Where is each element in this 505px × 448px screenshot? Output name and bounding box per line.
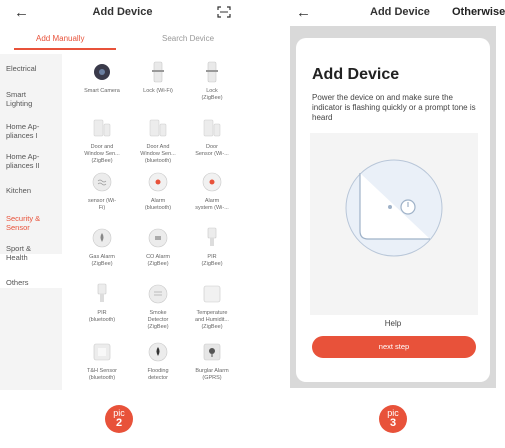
device-label: Lock (ZigBee) xyxy=(201,88,223,101)
device-label: Burglar Alarm (GPRS) xyxy=(195,368,229,381)
device-label: sensor (Wi- Fi) xyxy=(87,198,117,211)
device-tile[interactable]: Lock (Wi-Fi) xyxy=(128,60,188,95)
category-item[interactable]: Kitchen xyxy=(6,186,62,195)
device-tile[interactable]: sensor (Wi- Fi) xyxy=(72,170,132,212)
co-alarm-icon xyxy=(146,226,170,250)
flood-icon xyxy=(146,340,170,364)
th-sensor-icon xyxy=(90,340,114,364)
category-item[interactable]: Electrical xyxy=(6,64,62,73)
pic-badge: pic 2 xyxy=(105,405,133,433)
badge-number: 2 xyxy=(115,417,123,429)
device-tile[interactable]: Gas Alarm (ZigBee) xyxy=(72,226,132,268)
device-label: CO Alarm (ZigBee) xyxy=(146,254,170,267)
door-sensor-icon xyxy=(200,116,224,140)
device-label: Flooding detector xyxy=(147,368,169,381)
add-manually-screen: ← Add Device Add Manually Search Device … xyxy=(0,0,245,433)
device-tile[interactable]: Alarm system (Wi-... xyxy=(182,170,242,212)
device-tile[interactable]: Door And Window Sen... (bluetooth) xyxy=(128,116,188,165)
alarm-icon xyxy=(200,170,224,194)
device-label: Alarm (bluetooth) xyxy=(144,198,172,211)
back-arrow-icon[interactable]: ← xyxy=(296,4,311,21)
scan-icon[interactable] xyxy=(217,6,231,18)
category-item[interactable]: Home Ap-pliances II xyxy=(6,152,62,170)
door-sensor-icon xyxy=(146,116,170,140)
temperature-icon xyxy=(200,282,224,306)
device-tile[interactable]: Smart Camera xyxy=(72,60,132,95)
category-sidebar: Electrical Smart Lighting Home Ap-pliances … xyxy=(0,54,62,390)
camera-icon xyxy=(90,60,114,84)
device-label: Gas Alarm (ZigBee) xyxy=(89,254,115,267)
page-title: Add Device xyxy=(92,6,153,18)
page-title: Add Device xyxy=(370,6,430,18)
device-label: Temperature and Humidit... (ZigBee) xyxy=(195,310,229,330)
device-tile[interactable]: PIR (bluetooth) xyxy=(72,282,132,324)
gas-alarm-icon xyxy=(90,226,114,250)
card-description: Power the device on and make sure the in… xyxy=(312,93,476,122)
category-item[interactable]: Others xyxy=(6,278,62,287)
alarm-icon xyxy=(146,170,170,194)
otherwise-link[interactable]: Otherwise xyxy=(452,6,505,18)
device-label: Smoke Detector (ZigBee) xyxy=(147,310,169,330)
device-label: T&H Sensor (bluetooth) xyxy=(87,368,117,381)
category-item[interactable]: Sport & Health xyxy=(6,244,62,262)
device-tile[interactable]: Door Sensor (Wi-... xyxy=(182,116,242,158)
device-tile[interactable]: T&H Sensor (bluetooth) xyxy=(72,340,132,382)
device-label: Smart Camera xyxy=(84,88,120,94)
tab-search-device[interactable]: Search Device xyxy=(162,34,214,43)
device-tile[interactable]: Burglar Alarm (GPRS) xyxy=(182,340,242,382)
device-tile[interactable]: Smoke Detector (ZigBee) xyxy=(128,282,188,331)
device-label: Door and Window Sen... (ZigBee) xyxy=(84,144,120,164)
help-link[interactable]: Help xyxy=(296,319,490,328)
category-item[interactable]: Home Ap-pliances I xyxy=(6,122,62,140)
sensor-icon xyxy=(90,170,114,194)
device-tile[interactable]: Temperature and Humidit... (ZigBee) xyxy=(182,282,242,331)
badge-number: 3 xyxy=(389,417,397,429)
device-tile[interactable]: Door and Window Sen... (ZigBee) xyxy=(72,116,132,165)
burglar-alarm-icon xyxy=(200,340,224,364)
lock-icon xyxy=(146,60,170,84)
next-step-button[interactable]: next step xyxy=(312,336,476,358)
device-label: Alarm system (Wi-... xyxy=(195,198,229,211)
pic-badge: pic 3 xyxy=(379,405,407,433)
add-device-card: Add Device Power the device on and make … xyxy=(296,38,490,382)
device-label: PIR (bluetooth) xyxy=(88,310,116,323)
device-label: Door And Window Sen... (bluetooth) xyxy=(140,144,176,164)
tab-add-manually[interactable]: Add Manually xyxy=(36,34,84,43)
door-sensor-icon xyxy=(90,116,114,140)
lock-icon xyxy=(200,60,224,84)
device-label: Door Sensor (Wi-... xyxy=(195,144,229,157)
active-tab-indicator xyxy=(14,48,116,50)
category-item[interactable]: Security & Sensor xyxy=(6,214,62,232)
device-tile[interactable]: PIR (ZigBee) xyxy=(182,226,242,268)
tab-bar: Add Manually Search Device xyxy=(0,30,245,52)
top-bar: ← Add Device xyxy=(0,0,245,24)
pir-icon xyxy=(200,226,224,250)
device-label: Lock (Wi-Fi) xyxy=(143,88,173,94)
device-label: PIR (ZigBee) xyxy=(201,254,223,267)
device-tile[interactable]: Flooding detector xyxy=(128,340,188,382)
device-tile[interactable]: Lock (ZigBee) xyxy=(182,60,242,102)
add-device-screen: ← Add Device Otherwise Add Device Power … xyxy=(282,0,505,433)
category-item[interactable]: Smart Lighting xyxy=(6,90,62,108)
device-illustration xyxy=(310,133,478,315)
device-power-illustration xyxy=(345,159,443,257)
card-heading: Add Device xyxy=(312,66,400,83)
smoke-detector-icon xyxy=(146,282,170,306)
pir-icon xyxy=(90,282,114,306)
device-tile[interactable]: CO Alarm (ZigBee) xyxy=(128,226,188,268)
device-tile[interactable]: Alarm (bluetooth) xyxy=(128,170,188,212)
